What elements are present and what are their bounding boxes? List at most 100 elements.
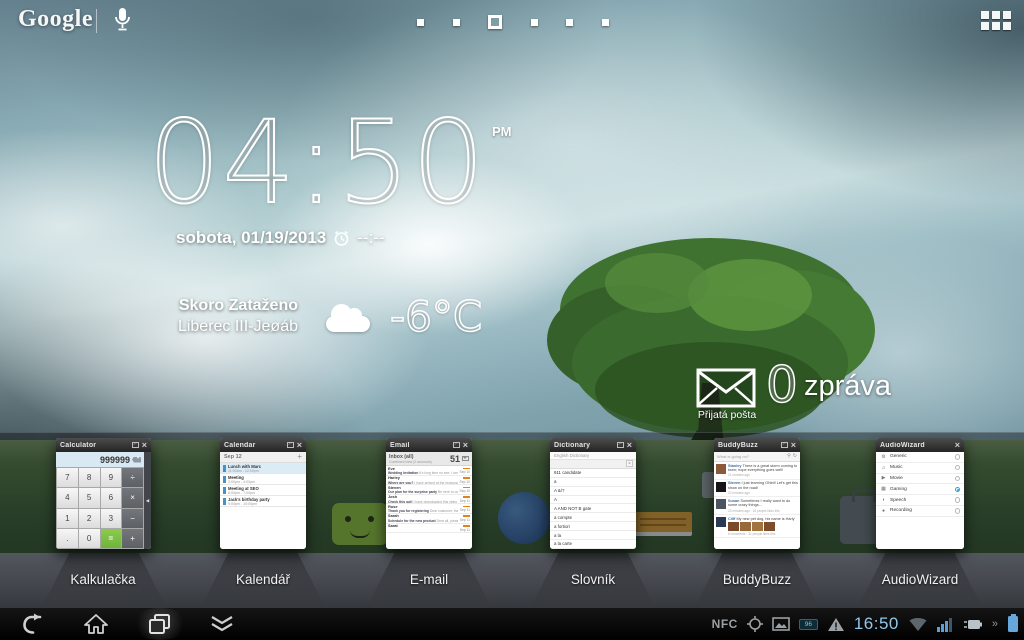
signal-bars-icon: [937, 617, 954, 632]
email-titlebar: Email: [386, 438, 472, 452]
calculator-keypad: 789÷ 456× 123− .0=+: [56, 467, 144, 549]
clock-date: sobota, 01/19/2013: [176, 228, 326, 248]
dictionary-entry: a: [550, 478, 636, 487]
close-icon[interactable]: [955, 441, 960, 450]
dictionary-entry: a la: [550, 531, 636, 540]
page-dot-4[interactable]: [531, 19, 538, 26]
calculator-titlebar: Calculator: [56, 438, 151, 452]
recent-app-card-buddybuzz[interactable]: BuddyBuzz What is going on? ⚲ ↻ Stanley …: [714, 438, 800, 549]
recent-app-label-email[interactable]: E-mail: [359, 572, 499, 587]
recent-app-label-audiowizard[interactable]: AudioWizard: [850, 572, 990, 587]
calendar-event: Meeting 3:00pm - 4:00pm: [220, 474, 306, 485]
recent-app-card-email[interactable]: Email Inbox (all) Combined view (2 accou…: [386, 438, 472, 549]
mail-icon: [462, 456, 469, 461]
clock-time: 04:50: [148, 106, 487, 220]
email-row: Sarah Schedule for the new product Dear …: [386, 514, 472, 524]
tablet-home-screen: Google 04:50 PM sobota, 01/19/2013: [0, 0, 1024, 640]
email-unread-count: 51: [450, 454, 460, 464]
recent-apps-button[interactable]: [130, 608, 190, 640]
app-drawer-icon[interactable]: [981, 11, 1013, 32]
hide-notifications-button[interactable]: [198, 608, 246, 640]
audio-mode-row: Movie: [876, 474, 964, 485]
gaming-icon: [880, 486, 887, 492]
page-dot-1[interactable]: [417, 19, 424, 26]
google-search-widget[interactable]: Google: [18, 6, 93, 33]
audio-mode-row: Generic: [876, 452, 964, 463]
expand-icon[interactable]: [132, 442, 139, 448]
email-widget-count: 0: [766, 356, 798, 414]
email-row: Steven Our plan for the surprise party B…: [386, 485, 472, 495]
recording-icon: [880, 508, 887, 514]
calendar-titlebar: Calendar: [220, 438, 306, 452]
email-widget-folder: Přijatá pošta: [692, 409, 762, 421]
email-widget-unit: zpráva: [804, 370, 891, 403]
dictionary-entry: 911 candidate: [550, 469, 636, 478]
back-button[interactable]: [12, 608, 56, 640]
screenshot-image-icon: [772, 617, 790, 631]
page-dot-2[interactable]: [453, 19, 460, 26]
avatar: [716, 482, 726, 492]
clock-widget[interactable]: 04:50 PM sobota, 01/19/2013 --:--: [148, 106, 548, 266]
audio-mode-row: Speech: [876, 495, 964, 506]
back-icon: [21, 613, 47, 635]
refresh-icon: ↻: [793, 454, 797, 459]
home-page-indicator[interactable]: [417, 10, 609, 34]
recent-app-label-calendar[interactable]: Kalendář: [193, 572, 333, 587]
panel-handle-icon: [144, 452, 151, 549]
email-row: Eve Wedding Invitation It's long time no…: [386, 466, 472, 476]
weather-widget[interactable]: Skoro Zataženo Liberec III-Jeøáb -6°C: [118, 292, 482, 341]
page-dot-5[interactable]: [566, 19, 573, 26]
radio-recording: [955, 508, 961, 514]
close-icon[interactable]: [627, 441, 632, 450]
dictionary-entry: a la carte: [550, 540, 636, 549]
gear-icon: [880, 454, 887, 460]
recent-app-label-buddybuzz[interactable]: BuddyBuzz: [687, 572, 827, 587]
recent-app-card-calendar[interactable]: Calendar Sep 12 Lunch with Marc 11:00am …: [220, 438, 306, 549]
expand-icon[interactable]: [781, 442, 788, 448]
buddybuzz-post: Cliff My new pet dog, his name is Harly …: [714, 515, 800, 538]
home-button[interactable]: [74, 608, 118, 640]
radio-gaming-selected: [955, 487, 961, 493]
location-pin-icon: ⚲: [787, 454, 791, 459]
close-icon[interactable]: [463, 441, 468, 450]
status-clock: 16:50: [854, 614, 899, 634]
buddybuzz-composer: What is going on? ⚲ ↻: [714, 452, 800, 462]
warning-icon: [827, 617, 845, 632]
dictionary-entry: A AND NOT B gate: [550, 504, 636, 513]
alarm-icon: [333, 230, 350, 247]
radio-generic: [955, 454, 961, 460]
wifi-icon: [908, 617, 928, 632]
chevron-down-double-icon: [208, 614, 236, 634]
email-widget[interactable]: Přijatá pošta 0 zpráva: [696, 360, 926, 422]
expand-icon[interactable]: [453, 442, 460, 448]
dictionary-source: English Dictionary: [550, 452, 636, 460]
recent-app-card-dictionary[interactable]: Dictionary English Dictionary 911 candid…: [550, 438, 636, 549]
dictionary-entry: A: [550, 496, 636, 505]
calendar-title: Calendar: [224, 442, 284, 449]
cloud-icon: [326, 316, 370, 332]
expand-icon[interactable]: [617, 442, 624, 448]
google-widget-divider: [96, 9, 97, 33]
radio-music: [955, 465, 961, 471]
composer-placeholder: What is going on?: [717, 454, 785, 459]
status-tray[interactable]: NFC 96 16:50: [712, 608, 1018, 640]
recent-app-card-calculator[interactable]: Calculator 999999 789÷ 456× 123− .0=+: [56, 438, 151, 549]
envelope-icon: [696, 368, 756, 408]
page-dot-6[interactable]: [602, 19, 609, 26]
recent-apps-icon: [147, 612, 173, 636]
voice-search-mic-icon[interactable]: [114, 7, 131, 39]
dictionary-title: Dictionary: [554, 442, 614, 449]
close-icon[interactable]: [297, 441, 302, 450]
close-icon[interactable]: [791, 441, 796, 450]
close-icon[interactable]: [142, 441, 147, 450]
recent-app-label-dictionary[interactable]: Slovník: [523, 572, 663, 587]
recent-app-label-calculator[interactable]: Kalkulačka: [33, 572, 173, 587]
audio-mode-row: Music: [876, 463, 964, 474]
page-dot-3-active[interactable]: [488, 15, 502, 29]
recent-app-card-audiowizard[interactable]: AudioWizard Generic Music Movie Gaming: [876, 438, 964, 549]
add-event-icon: [297, 454, 302, 460]
buddybuzz-post: Stanley There is a great storm coming to…: [714, 462, 800, 480]
expand-icon[interactable]: [287, 442, 294, 448]
email-subfolder: Combined view (2 accounts): [389, 460, 450, 464]
nfc-icon: NFC: [712, 617, 738, 631]
